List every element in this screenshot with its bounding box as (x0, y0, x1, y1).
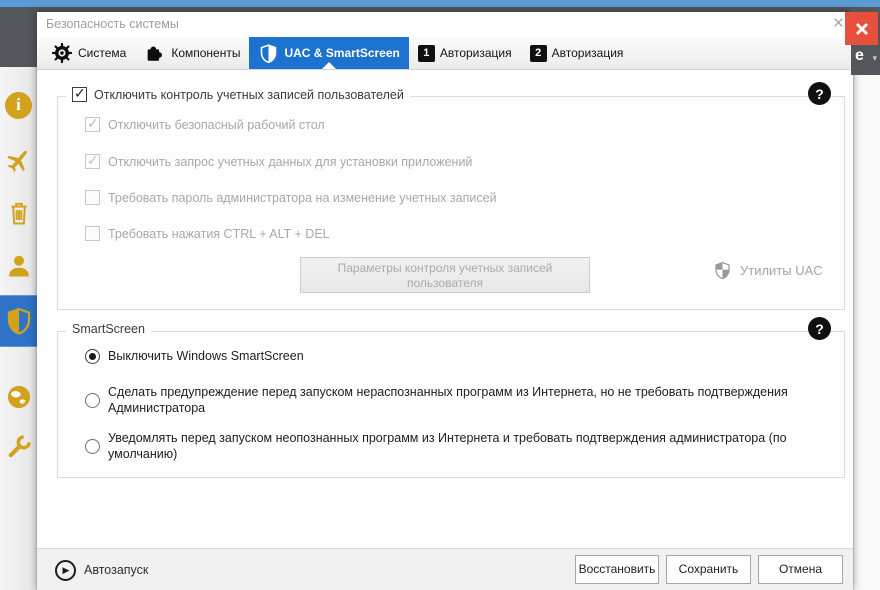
uac-utilities-button[interactable]: Утилиты UAC (712, 260, 823, 281)
checkbox-label: Требовать нажатия CTRL + ALT + DEL (108, 227, 330, 241)
check-mark: ✓ (74, 85, 86, 102)
checkbox-label: Отключить запрос учетных данных для уста… (108, 155, 472, 169)
tab-label: Система (78, 46, 126, 60)
check-mark: ✓ (87, 152, 99, 169)
check-mark: ✓ (87, 115, 99, 132)
sidebar-item-trash[interactable] (0, 196, 37, 230)
tab-label: UAC & SmartScreen (284, 46, 399, 60)
airplane-icon (5, 146, 33, 174)
checkbox-icon (85, 226, 100, 241)
radio-label: Уведомлять перед запуском неопознанных п… (108, 430, 787, 462)
tab-system[interactable]: Система (42, 37, 135, 69)
sidebar-item-globe[interactable] (0, 380, 37, 414)
badge-2-icon: 2 (530, 45, 547, 62)
checkbox-icon (85, 190, 100, 205)
badge-1-icon: 1 (418, 45, 435, 62)
help-button-uac[interactable]: ? (808, 82, 831, 105)
restore-button[interactable]: Восстановить (575, 555, 659, 584)
tab-bar: Система Компоненты UAC & SmartScreen 1 А… (37, 37, 853, 70)
checkbox-require-admin-password[interactable]: Требовать пароль администратора на измен… (85, 190, 497, 205)
save-button[interactable]: Сохранить (666, 555, 751, 584)
dialog-titlebar: Безопасность системы × (37, 12, 853, 37)
group-legend-label: SmartScreen (72, 322, 145, 336)
checkbox-disable-uac[interactable]: ✓ Отключить контроль учетных записей пол… (66, 87, 410, 102)
checkbox-label: Требовать пароль администратора на измен… (108, 191, 497, 205)
sidebar-item-info[interactable]: i (0, 88, 37, 122)
radio-icon (85, 439, 100, 454)
tab-label: Компоненты (171, 46, 240, 60)
group-legend-label: Отключить контроль учетных записей польз… (94, 88, 404, 102)
dialog-security: Безопасность системы × Система Компонент… (37, 12, 853, 590)
radio-icon (85, 349, 100, 364)
shield-icon (258, 43, 279, 64)
uac-parameters-button[interactable]: Параметры контроля учетных записей польз… (300, 257, 590, 293)
checkbox-icon: ✓ (72, 87, 87, 102)
chevron-down-icon[interactable]: ▾ (872, 53, 877, 64)
autostart-expander[interactable]: ▶ Автозапуск (55, 549, 148, 590)
tab-uac-smartscreen[interactable]: UAC & SmartScreen (249, 37, 408, 69)
shield-icon (4, 306, 34, 336)
wrench-icon (5, 433, 33, 461)
radio-label: Сделать предупреждение перед запуском не… (108, 384, 788, 416)
checkbox-require-ctrl-alt-del[interactable]: Требовать нажатия CTRL + ALT + DEL (85, 226, 330, 241)
play-icon: ▶ (55, 560, 76, 581)
cancel-button[interactable]: Отмена (758, 555, 843, 584)
sidebar-item-security[interactable] (0, 295, 37, 347)
background-window-edge (853, 75, 880, 590)
top-edge-strip (0, 0, 880, 7)
trash-icon (5, 199, 33, 227)
user-icon (5, 252, 33, 280)
menu-e-label[interactable]: e (855, 47, 864, 65)
gear-icon (51, 42, 73, 64)
checkbox-secure-desktop[interactable]: ✓ Отключить безопасный рабочий стол (85, 117, 325, 132)
radio-icon (85, 393, 100, 408)
radio-label: Выключить Windows SmartScreen (108, 348, 304, 364)
window-close-button[interactable] (845, 12, 878, 45)
globe-icon (5, 383, 33, 411)
tab-label: Авторизация (440, 46, 512, 60)
dialog-close-icon[interactable]: × (833, 13, 844, 35)
tab-content: ✓ Отключить контроль учетных записей пол… (37, 70, 853, 548)
close-x-icon (852, 19, 872, 39)
tab-label: Авторизация (552, 46, 624, 60)
radio-dot (89, 353, 96, 360)
uac-utilities-label: Утилиты UAC (740, 263, 823, 278)
radio-disable-smartscreen[interactable]: Выключить Windows SmartScreen (85, 348, 304, 364)
info-icon: i (5, 92, 32, 119)
checkbox-icon: ✓ (85, 154, 100, 169)
puzzle-icon (144, 42, 166, 64)
help-button-smartscreen[interactable]: ? (808, 317, 831, 340)
app-sidebar: i (0, 67, 37, 590)
checkbox-label: Отключить безопасный рабочий стол (108, 118, 325, 132)
tab-components[interactable]: Компоненты (135, 37, 249, 69)
dialog-footer: ▶ Автозапуск Восстановить Сохранить Отме… (37, 548, 853, 590)
dialog-title: Безопасность системы (46, 12, 179, 37)
autostart-label: Автозапуск (84, 563, 148, 577)
uac-shield-icon (712, 260, 733, 281)
radio-notify-require-admin[interactable]: Уведомлять перед запуском неопознанных п… (85, 430, 787, 462)
checkbox-icon: ✓ (85, 117, 100, 132)
sidebar-item-user[interactable] (0, 249, 37, 283)
screen: e ▾ i (0, 0, 880, 590)
tab-authorization-2[interactable]: 2 Авторизация (521, 37, 633, 69)
sidebar-item-airplane[interactable] (0, 143, 37, 177)
radio-warn-no-admin[interactable]: Сделать предупреждение перед запуском не… (85, 384, 788, 416)
checkbox-disable-credentials-prompt[interactable]: ✓ Отключить запрос учетных данных для ус… (85, 154, 472, 169)
play-glyph: ▶ (63, 565, 70, 576)
group-smartscreen-legend: SmartScreen (66, 322, 151, 336)
tab-authorization-1[interactable]: 1 Авторизация (409, 37, 521, 69)
sidebar-item-wrench[interactable] (0, 430, 37, 464)
